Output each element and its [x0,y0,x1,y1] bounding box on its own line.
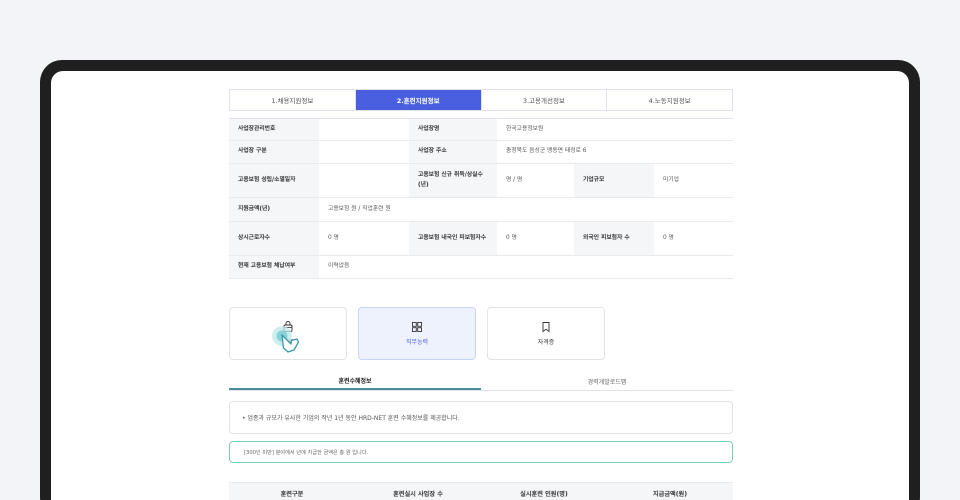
info-label: 상시근로자수 [229,222,319,255]
hand-pointer-icon [272,326,300,353]
info-value [319,141,409,163]
tab-career-roadmap[interactable]: 경력개발로드맵 [481,372,733,390]
column-header[interactable]: 훈련구분 [229,483,355,500]
screen: 1.채용지원정보 2.훈련지원정보 3.고용개선정보 4.노동지원정보 사업장관… [51,71,909,500]
info-label: 지원금액(년) [229,198,319,221]
info-label: 고용보험 성립/소멸일자 [229,164,319,197]
column-header[interactable]: 실시훈련 인원(명) [481,483,607,500]
tab-training[interactable]: 2.훈련지원정보 [355,90,482,110]
tab-employment[interactable]: 3.고용개선정보 [482,90,608,110]
card-label: 직무능력 [405,339,429,346]
info-label: 고용보험 신규 취득/상실수(년) [409,164,497,197]
card-certificate[interactable]: 자격증 [487,307,605,360]
info-row: 현재 고용보험 체납여부 이력없음 [229,256,733,279]
info-value: 한국고용정보원 [506,125,544,132]
info-value: 명 / 명 [506,176,523,183]
info-row: 지원금액(년) 고용보험 원 / 직업훈련 원 [229,198,733,222]
card-label: 자격증 [537,339,555,346]
tab-training-benefits[interactable]: 훈련수혜정보 [229,372,481,390]
info-label: 고용보험 내국인 피보험자수 [409,222,497,255]
info-label: 외국인 피보험자 수 [574,222,654,255]
column-header[interactable]: 지급금액(원) [607,483,733,500]
info-value: 0 명 [506,234,517,241]
info-value: 미기업 [663,176,679,183]
step-tabs: 1.채용지원정보 2.훈련지원정보 3.고용개선정보 4.노동지원정보 [229,89,733,111]
info-value: 고용보험 원 / 직업훈련 원 [328,205,391,212]
info-value [319,119,409,140]
info-label: 사업장 주소 [409,141,497,163]
info-value [319,164,409,197]
card-job-skills[interactable]: 직무능력 [358,307,476,360]
info-row: 고용보험 성립/소멸일자 고용보험 신규 취득/상실수(년) 명 / 명 기업규… [229,164,733,198]
table-header: 훈련구분 훈련실시 사업장 수 실시훈련 인원(명) 지급금액(원) [229,482,733,500]
info-label: 사업장 구분 [229,141,319,163]
info-row: 상시근로자수 0 명 고용보험 내국인 피보험자수 0 명 외국인 피보험자 수… [229,222,733,256]
info-label: 현재 고용보험 체납여부 [229,256,319,278]
info-label: 사업장명 [409,119,497,140]
info-value: 충청북도 음성군 맹동면 태정로 6 [506,148,587,155]
info-row: 사업장 구분 사업장 주소 충청북도 음성군 맹동면 태정로 6 [229,141,733,164]
company-info-table: 사업장관리번호 사업장명 한국고용정보원 사업장 구분 사업장 주소 충청북도 … [229,118,733,279]
tab-labor[interactable]: 4.노동지원정보 [607,90,732,110]
info-row: 사업장관리번호 사업장명 한국고용정보원 [229,119,733,141]
info-value: 0 명 [328,234,339,241]
info-label: 사업장관리번호 [229,119,319,140]
info-value: 이력없음 [328,263,350,270]
summary-callout: [300인 미만] 분야에서 년에 지급한 금액은 총 원 입니다. [229,441,733,463]
info-label: 기업규모 [574,164,654,197]
main-content: 1.채용지원정보 2.훈련지원정보 3.고용개선정보 4.노동지원정보 사업장관… [229,89,733,500]
info-value: 0 명 [663,234,674,241]
tab-hiring[interactable]: 1.채용지원정보 [230,90,356,110]
notice-box: • 업종과 규모가 유사한 기업의 작년 1년 동안 HRD-NET 훈련 수혜… [229,401,733,434]
column-header[interactable]: 훈련실시 사업장 수 [355,483,481,500]
bookmark-icon [542,322,550,333]
grid-icon [412,322,422,332]
sub-tabs: 훈련수혜정보 경력개발로드맵 [229,372,733,391]
